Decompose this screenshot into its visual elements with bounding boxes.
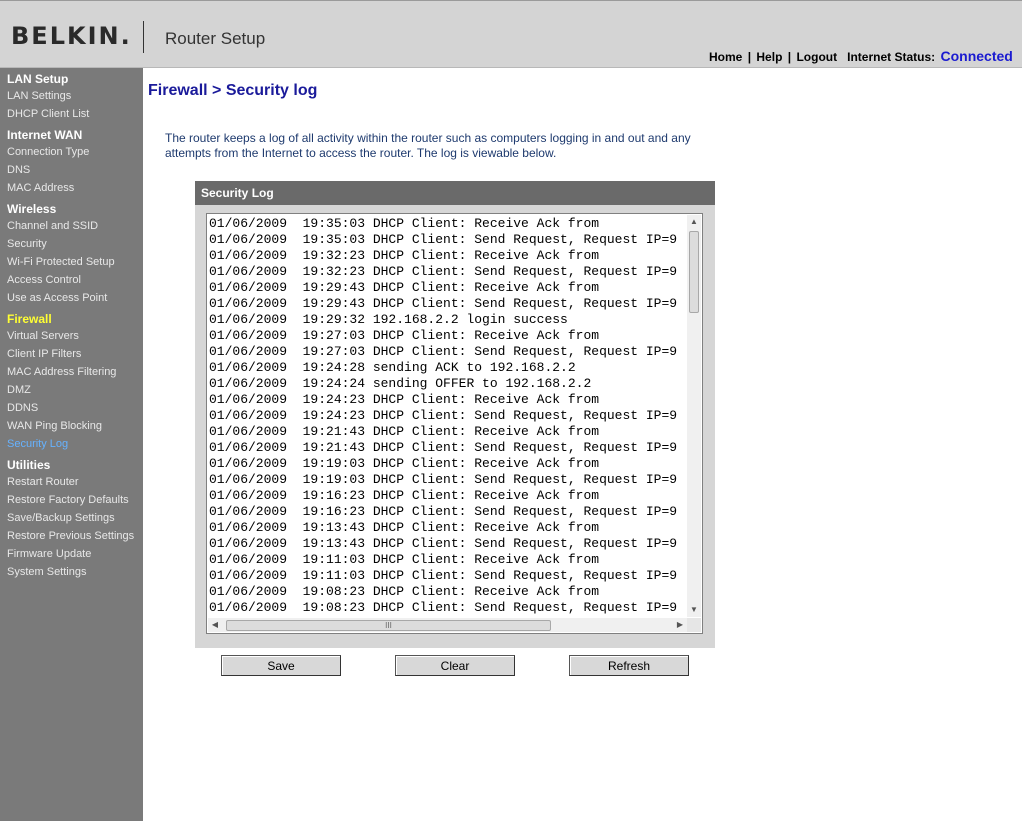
log-line: 01/06/2009 19:08:23 DHCP Client: Send Re… bbox=[209, 600, 678, 615]
sidebar-item-system-settings[interactable]: System Settings bbox=[7, 566, 86, 578]
log-line: 01/06/2009 19:21:43 DHCP Client: Receive… bbox=[209, 424, 600, 439]
log-line: 01/06/2009 19:29:43 DHCP Client: Send Re… bbox=[209, 296, 678, 311]
sidebar-item-dmz[interactable]: DMZ bbox=[7, 384, 31, 396]
sidebar-section-wireless[interactable]: Wireless bbox=[7, 202, 56, 216]
log-line: 01/06/2009 19:24:28 sending ACK to 192.1… bbox=[209, 360, 576, 375]
save-button[interactable]: Save bbox=[221, 655, 341, 676]
horizontal-scroll-thumb[interactable]: III bbox=[226, 620, 551, 631]
log-line: 01/06/2009 19:24:24 sending OFFER to 192… bbox=[209, 376, 592, 391]
log-line: 01/06/2009 19:21:43 DHCP Client: Send Re… bbox=[209, 440, 678, 455]
security-log-content: 01/06/2009 19:35:03 DHCP Client: Receive… bbox=[209, 216, 687, 616]
log-line: 01/06/2009 19:11:03 DHCP Client: Send Re… bbox=[209, 568, 678, 583]
log-line: 01/06/2009 19:27:03 DHCP Client: Send Re… bbox=[209, 344, 678, 359]
sidebar-item-security[interactable]: Security bbox=[7, 238, 47, 250]
security-log-textarea[interactable]: 01/06/2009 19:35:03 DHCP Client: Receive… bbox=[206, 213, 703, 634]
log-line: 01/06/2009 19:29:32 192.168.2.2 login su… bbox=[209, 312, 568, 327]
nav-separator: | bbox=[747, 50, 752, 64]
sidebar-section-utilities[interactable]: Utilities bbox=[7, 458, 50, 472]
log-line: 01/06/2009 19:35:03 DHCP Client: Send Re… bbox=[209, 232, 678, 247]
log-line: 01/06/2009 19:08:23 DHCP Client: Receive… bbox=[209, 584, 600, 599]
sidebar-item-restore-previous[interactable]: Restore Previous Settings bbox=[7, 530, 134, 542]
sidebar-item-restart-router[interactable]: Restart Router bbox=[7, 476, 79, 488]
internet-status-value: Connected bbox=[940, 48, 1013, 64]
home-link[interactable]: Home bbox=[709, 50, 742, 64]
scroll-right-arrow-icon[interactable]: ▶ bbox=[673, 618, 687, 632]
sidebar-section-internet-wan[interactable]: Internet WAN bbox=[7, 128, 82, 142]
scroll-down-arrow-icon[interactable]: ▼ bbox=[687, 603, 701, 617]
top-nav: Home | Help | Logout Internet Status: Co… bbox=[709, 48, 1013, 64]
belkin-logo: BELKIN. bbox=[11, 22, 132, 50]
sidebar-item-access-point[interactable]: Use as Access Point bbox=[7, 292, 107, 304]
sidebar-item-ddns[interactable]: DDNS bbox=[7, 402, 38, 414]
log-line: 01/06/2009 19:29:43 DHCP Client: Receive… bbox=[209, 280, 600, 295]
log-line: 01/06/2009 19:16:23 DHCP Client: Send Re… bbox=[209, 504, 678, 519]
sidebar-item-save-backup[interactable]: Save/Backup Settings bbox=[7, 512, 115, 524]
header: BELKIN. Router Setup Home | Help | Logou… bbox=[0, 0, 1022, 68]
scroll-left-arrow-icon[interactable]: ◀ bbox=[208, 618, 222, 632]
sidebar: LAN Setup LAN Settings DHCP Client List … bbox=[0, 68, 143, 821]
sidebar-item-wan-ping-blocking[interactable]: WAN Ping Blocking bbox=[7, 420, 102, 432]
sidebar-item-dns[interactable]: DNS bbox=[7, 164, 30, 176]
help-link[interactable]: Help bbox=[756, 50, 782, 64]
product-name: Router Setup bbox=[165, 29, 266, 48]
sidebar-section-lan-setup[interactable]: LAN Setup bbox=[7, 72, 68, 86]
scroll-corner bbox=[687, 618, 701, 632]
intro-text: The router keeps a log of all activity w… bbox=[165, 131, 691, 160]
log-line: 01/06/2009 19:32:23 DHCP Client: Send Re… bbox=[209, 264, 678, 279]
sidebar-item-channel-ssid[interactable]: Channel and SSID bbox=[7, 220, 98, 232]
log-line: 01/06/2009 19:11:03 DHCP Client: Receive… bbox=[209, 552, 600, 567]
log-line: 01/06/2009 19:32:23 DHCP Client: Receive… bbox=[209, 248, 600, 263]
log-line: 01/06/2009 19:13:43 DHCP Client: Send Re… bbox=[209, 536, 678, 551]
sidebar-item-lan-settings[interactable]: LAN Settings bbox=[7, 90, 71, 102]
log-line: 01/06/2009 19:19:03 DHCP Client: Send Re… bbox=[209, 472, 678, 487]
vertical-scrollbar[interactable]: ▲ ▼ bbox=[687, 215, 701, 617]
clear-button[interactable]: Clear bbox=[395, 655, 515, 676]
logout-link[interactable]: Logout bbox=[796, 50, 837, 64]
horizontal-scrollbar[interactable]: ◀ III ▶ bbox=[208, 618, 687, 632]
sidebar-section-firewall[interactable]: Firewall bbox=[7, 312, 52, 326]
security-log-panel: Security Log 01/06/2009 19:35:03 DHCP Cl… bbox=[195, 181, 715, 648]
scroll-up-arrow-icon[interactable]: ▲ bbox=[687, 215, 701, 229]
sidebar-item-security-log[interactable]: Security Log bbox=[7, 438, 68, 450]
sidebar-item-wps[interactable]: Wi-Fi Protected Setup bbox=[7, 256, 115, 268]
refresh-button[interactable]: Refresh bbox=[569, 655, 689, 676]
log-line: 01/06/2009 19:13:43 DHCP Client: Receive… bbox=[209, 520, 600, 535]
internet-status-label: Internet Status: bbox=[847, 50, 936, 64]
vertical-scroll-thumb[interactable] bbox=[689, 231, 699, 313]
logo-divider bbox=[143, 21, 144, 53]
log-line: 01/06/2009 19:19:03 DHCP Client: Receive… bbox=[209, 456, 600, 471]
page-title: Firewall > Security log bbox=[148, 82, 318, 99]
sidebar-item-dhcp-client-list[interactable]: DHCP Client List bbox=[7, 108, 89, 120]
log-line: 01/06/2009 19:24:23 DHCP Client: Receive… bbox=[209, 392, 600, 407]
log-line: 01/06/2009 19:35:03 DHCP Client: Receive… bbox=[209, 216, 600, 231]
log-line: 01/06/2009 19:24:23 DHCP Client: Send Re… bbox=[209, 408, 678, 423]
sidebar-item-restore-factory[interactable]: Restore Factory Defaults bbox=[7, 494, 129, 506]
log-line: 01/06/2009 19:27:03 DHCP Client: Receive… bbox=[209, 328, 600, 343]
sidebar-item-virtual-servers[interactable]: Virtual Servers bbox=[7, 330, 79, 342]
sidebar-item-access-control[interactable]: Access Control bbox=[7, 274, 81, 286]
sidebar-item-mac-filtering[interactable]: MAC Address Filtering bbox=[7, 366, 116, 378]
sidebar-item-connection-type[interactable]: Connection Type bbox=[7, 146, 89, 158]
log-line: 01/06/2009 19:16:23 DHCP Client: Receive… bbox=[209, 488, 600, 503]
nav-separator: | bbox=[787, 50, 792, 64]
security-log-panel-title: Security Log bbox=[195, 181, 715, 205]
sidebar-item-firmware-update[interactable]: Firmware Update bbox=[7, 548, 91, 560]
sidebar-item-mac-address[interactable]: MAC Address bbox=[7, 182, 74, 194]
sidebar-item-client-ip-filters[interactable]: Client IP Filters bbox=[7, 348, 81, 360]
